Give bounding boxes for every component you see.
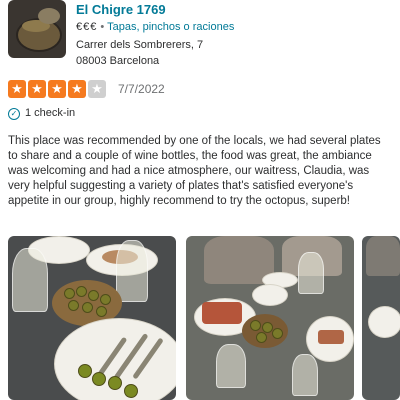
check-in-icon: ✓ — [8, 108, 20, 120]
business-name-link[interactable]: El Chigre 1769 — [76, 2, 166, 17]
review-date: 7/7/2022 — [118, 82, 165, 96]
olive-shape — [82, 302, 93, 313]
olive-shape — [100, 294, 111, 305]
review-text-line: This place was recommended by one of the… — [8, 135, 381, 147]
olive-shape — [124, 384, 138, 398]
review-photo[interactable] — [8, 236, 176, 400]
business-categories-link[interactable]: Tapas, pinchos o raciones — [107, 21, 234, 33]
meta-separator: • — [97, 21, 108, 33]
star-icon: ★ — [8, 80, 26, 98]
wine-glass-shape — [298, 252, 324, 294]
star-icon: ★ — [48, 80, 66, 98]
olive-shape — [256, 332, 267, 343]
olive-shape — [108, 376, 122, 390]
business-meta: €€€ • Tapas, pinchos o raciones — [76, 21, 234, 33]
food-shape — [202, 302, 242, 324]
star-icon: ★ — [88, 80, 106, 98]
plate-shape — [252, 284, 288, 306]
address-street: Carrer dels Sombrerers, 7 — [76, 39, 204, 51]
review-text-line: was welcoming and had a nice atmosphere,… — [8, 165, 370, 177]
glass-shape — [216, 344, 246, 388]
check-in-count: 1 check-in — [25, 107, 76, 119]
olive-shape — [64, 288, 75, 299]
olive-shape — [78, 364, 92, 378]
review-text: This place was recommended by one of the… — [8, 134, 400, 209]
wine-glass-shape — [12, 248, 48, 312]
olive-shape — [92, 372, 106, 386]
olive-shape — [272, 328, 283, 339]
review-photo[interactable] — [186, 236, 354, 400]
star-icon: ★ — [28, 80, 46, 98]
person-shape — [366, 236, 400, 276]
glass-shape — [292, 354, 318, 396]
food-shape — [318, 330, 344, 344]
review-text-line: very helpful suggesting a variety of pla… — [8, 180, 354, 192]
business-thumbnail[interactable] — [8, 0, 66, 58]
address-city: 08003 Barcelona — [76, 55, 160, 67]
wine-glass-shape — [116, 240, 148, 302]
olive-shape — [88, 290, 99, 301]
olive-shape — [250, 320, 261, 331]
business-header: El Chigre 1769 €€€ • Tapas, pinchos o ra… — [8, 0, 400, 72]
review-text-line: to share and a couple of wine bottles, t… — [8, 150, 372, 162]
olive-shape — [96, 306, 107, 317]
star-icon: ★ — [68, 80, 86, 98]
review-text-line: appetite in our group, highly recommend … — [8, 195, 351, 207]
review-photo[interactable] — [362, 236, 400, 400]
dish-shape — [38, 8, 60, 24]
price-level: €€€ — [76, 21, 98, 33]
olive-shape — [68, 300, 79, 311]
plate-shape — [368, 306, 400, 338]
olive-shape — [76, 286, 87, 297]
